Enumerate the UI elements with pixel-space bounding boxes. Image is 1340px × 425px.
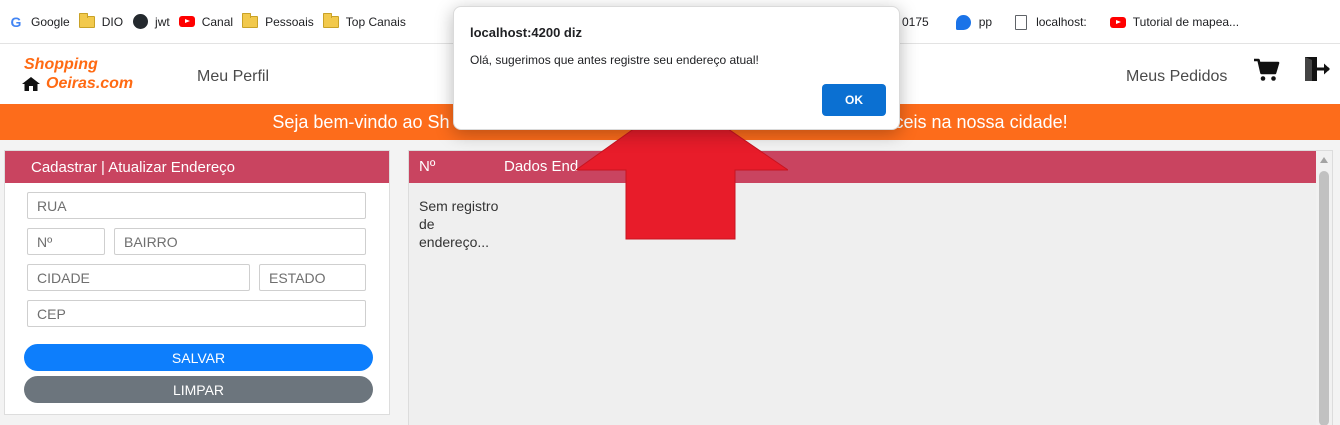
bookmark-label: localhost: [1036, 15, 1087, 29]
bookmark-label: jwt [155, 14, 170, 29]
folder-icon [78, 12, 95, 30]
city-input[interactable] [27, 264, 250, 291]
folder-icon [322, 12, 339, 30]
zip-input[interactable] [27, 300, 366, 327]
logo-line2: Oeiras.com [46, 75, 134, 92]
folder-icon [242, 12, 259, 30]
bookmark-jwt[interactable]: jwt [132, 7, 179, 37]
pp-icon [956, 14, 972, 30]
bookmark-canal[interactable]: Canal [178, 7, 242, 37]
nav-orders-link[interactable]: Meus Pedidos [1126, 68, 1227, 86]
column-header-number: Nº [419, 158, 436, 175]
bookmark-label: Google [31, 14, 70, 29]
home-icon [22, 77, 40, 91]
number-input[interactable] [27, 228, 105, 255]
clear-button[interactable]: LIMPAR [24, 376, 373, 403]
table-scrollbar[interactable] [1316, 151, 1332, 425]
google-icon: G [10, 13, 22, 30]
bookmark-pessoais[interactable]: Pessoais [242, 7, 323, 37]
table-header: Nº Dados End [409, 151, 1317, 183]
site-logo[interactable]: Shopping Oeiras.com [20, 56, 160, 94]
bookmark-google[interactable]: G Google [8, 7, 79, 37]
youtube-icon [1109, 14, 1126, 30]
state-input[interactable] [259, 264, 366, 291]
bookmark-label: Pessoais [265, 14, 314, 29]
street-input[interactable] [27, 192, 366, 219]
nav-profile-link[interactable]: Meu Perfil [197, 68, 269, 86]
youtube-icon [178, 14, 195, 30]
bookmark-0175[interactable]: 0175 [902, 7, 938, 37]
bookmark-label: DIO [101, 14, 124, 29]
save-button[interactable]: SALVAR [24, 344, 373, 371]
banner-text-right: ceis na nossa cidade! [894, 111, 1068, 132]
bookmark-pp[interactable]: pp [938, 7, 1001, 37]
scroll-up-icon[interactable] [1320, 157, 1328, 163]
column-header-data: Dados End [504, 158, 579, 175]
address-table: Nº Dados End Sem registro de endereço... [408, 150, 1333, 425]
document-icon [1013, 14, 1029, 30]
address-form-title: Cadastrar | Atualizar Endereço [5, 151, 389, 183]
bookmark-top-canais[interactable]: Top Canais [322, 7, 415, 37]
bookmark-dio[interactable]: DIO [78, 7, 132, 37]
dialog-title: localhost:4200 diz [470, 25, 582, 40]
ok-button[interactable]: OK [822, 84, 886, 116]
github-icon [132, 14, 148, 30]
logo-line1: Shopping [24, 56, 98, 73]
bookmark-label: 0175 [902, 15, 929, 29]
bookmark-label: Tutorial de mapea... [1132, 15, 1240, 29]
empty-table-message: Sem registro de endereço... [419, 198, 499, 250]
banner-text-left: Seja bem-vindo ao Sh [272, 111, 450, 132]
address-form-card: Cadastrar | Atualizar Endereço SALVAR LI… [4, 150, 390, 415]
bookmark-label: pp [978, 15, 993, 29]
dialog-message: Olá, sugerimos que antes registre seu en… [470, 53, 759, 67]
neighborhood-input[interactable] [114, 228, 366, 255]
cart-icon[interactable] [1254, 58, 1280, 82]
scrollbar-thumb[interactable] [1319, 171, 1329, 425]
logout-icon[interactable] [1303, 56, 1331, 82]
bookmark-tutorial[interactable]: Tutorial de mapea... [1096, 7, 1248, 37]
bookmark-localhost[interactable]: localhost: [1001, 7, 1096, 37]
alert-dialog: localhost:4200 diz Olá, sugerimos que an… [453, 6, 900, 130]
bookmark-label: Canal [201, 14, 234, 29]
bookmark-label: Top Canais [345, 14, 406, 29]
